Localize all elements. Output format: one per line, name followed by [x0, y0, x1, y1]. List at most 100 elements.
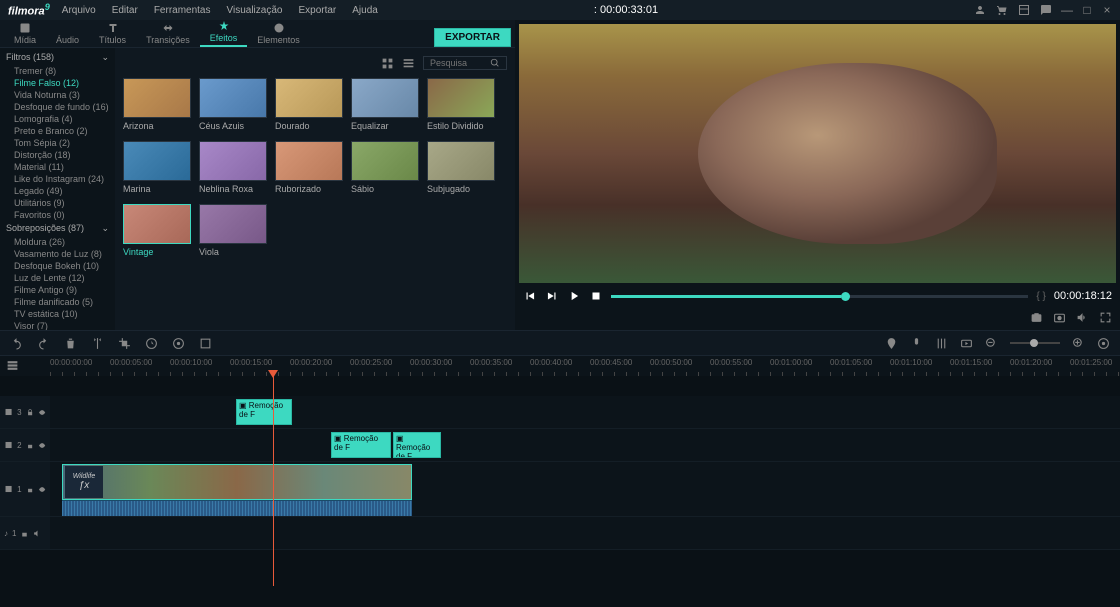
maximize-button[interactable]: □ — [1082, 5, 1092, 15]
user-icon[interactable] — [974, 4, 986, 16]
filter-filme-falso[interactable]: Filme Falso (12) — [0, 77, 115, 89]
tab-transicoes[interactable]: Transições — [136, 20, 200, 47]
preview-progress[interactable] — [611, 295, 1028, 298]
filter-luz-lente[interactable]: Luz de Lente (12) — [0, 272, 115, 284]
filter-preto-branco[interactable]: Preto e Branco (2) — [0, 125, 115, 137]
export-button[interactable]: EXPORTAR — [434, 28, 511, 47]
green-screen-icon[interactable] — [199, 337, 212, 350]
search-input[interactable] — [430, 58, 490, 68]
prev-frame-icon[interactable] — [523, 289, 537, 303]
clip-effect-3[interactable]: ▣ Remoção de F — [393, 432, 441, 458]
eye-icon[interactable] — [38, 485, 46, 494]
zoom-in-icon[interactable] — [1072, 337, 1085, 350]
layout-icon[interactable] — [1018, 4, 1030, 16]
effect-thumb-estilo-dividido[interactable]: Estilo Dividido — [427, 78, 495, 131]
zoom-slider[interactable] — [1010, 342, 1060, 344]
eye-icon[interactable] — [38, 408, 46, 417]
minimize-button[interactable]: — — [1062, 5, 1072, 15]
play-icon[interactable] — [567, 289, 581, 303]
speaker-icon[interactable] — [33, 529, 42, 538]
list-view-icon[interactable] — [402, 57, 415, 70]
next-frame-icon[interactable] — [545, 289, 559, 303]
render-icon[interactable] — [960, 337, 973, 350]
filter-material[interactable]: Material (11) — [0, 161, 115, 173]
delete-icon[interactable] — [64, 337, 77, 350]
lock-icon[interactable] — [26, 441, 34, 450]
camera-icon[interactable] — [1053, 311, 1066, 324]
mixer-icon[interactable] — [935, 337, 948, 350]
filter-group-filtros[interactable]: Filtros (158)⌄ — [0, 50, 115, 65]
clip-effect-2[interactable]: ▣ Remoção de F — [331, 432, 391, 458]
filter-desfoque[interactable]: Desfoque de fundo (16) — [0, 101, 115, 113]
effect-thumb-viola[interactable]: Viola — [199, 204, 267, 257]
playhead[interactable] — [273, 376, 274, 586]
effect-thumb-subjugado[interactable]: Subjugado — [427, 141, 495, 194]
filter-tv-estatica[interactable]: TV estática (10) — [0, 308, 115, 320]
effect-thumb-céus-azuis[interactable]: Céus Azuis — [199, 78, 267, 131]
tab-titulos[interactable]: Títulos — [89, 20, 136, 47]
filter-legado[interactable]: Legado (49) — [0, 185, 115, 197]
clip-effect-1[interactable]: ▣ Remoção de F — [236, 399, 292, 425]
menu-ajuda[interactable]: Ajuda — [352, 5, 378, 16]
volume-icon[interactable] — [1076, 311, 1089, 324]
filter-visor[interactable]: Visor (7) — [0, 320, 115, 330]
menu-editar[interactable]: Editar — [112, 5, 138, 16]
lock-icon[interactable] — [26, 408, 34, 417]
filter-group-sobreposicoes[interactable]: Sobreposições (87)⌄ — [0, 221, 115, 236]
menu-visualizacao[interactable]: Visualização — [227, 5, 283, 16]
video-clip[interactable]: Wildlife ƒx — [62, 464, 412, 500]
filter-filme-antigo[interactable]: Filme Antigo (9) — [0, 284, 115, 296]
cart-icon[interactable] — [996, 4, 1008, 16]
menu-arquivo[interactable]: Arquivo — [62, 5, 96, 16]
grid-view-icon[interactable] — [381, 57, 394, 70]
filter-filme-danificado[interactable]: Filme danificado (5) — [0, 296, 115, 308]
filter-utilitarios[interactable]: Utilitários (9) — [0, 197, 115, 209]
tab-midia[interactable]: Mídia — [4, 20, 46, 47]
lock-icon[interactable] — [20, 529, 29, 538]
effect-thumb-ruborizado[interactable]: Ruborizado — [275, 141, 343, 194]
marker-icon[interactable] — [885, 337, 898, 350]
audio-waveform[interactable] — [62, 500, 412, 516]
timeline-ruler[interactable]: 00:00:00:0000:00:05:0000:00:10:0000:00:1… — [0, 356, 1120, 376]
fullscreen-icon[interactable] — [1099, 311, 1112, 324]
mic-icon[interactable] — [910, 337, 923, 350]
menu-ferramentas[interactable]: Ferramentas — [154, 5, 211, 16]
filter-lomografia[interactable]: Lomografia (4) — [0, 113, 115, 125]
eye-icon[interactable] — [38, 441, 46, 450]
filter-vasamento-luz[interactable]: Vasamento de Luz (8) — [0, 248, 115, 260]
zoom-out-icon[interactable] — [985, 337, 998, 350]
filter-moldura[interactable]: Moldura (26) — [0, 236, 115, 248]
stop-icon[interactable] — [589, 289, 603, 303]
lock-icon[interactable] — [26, 485, 34, 494]
menu-exportar[interactable]: Exportar — [298, 5, 336, 16]
manage-tracks-icon[interactable] — [6, 359, 19, 372]
snapshot-icon[interactable] — [1030, 311, 1043, 324]
effect-thumb-vintage[interactable]: Vintage — [123, 204, 191, 257]
filter-vida-noturna[interactable]: Vida Noturna (3) — [0, 89, 115, 101]
effect-thumb-marina[interactable]: Marina — [123, 141, 191, 194]
split-icon[interactable] — [91, 337, 104, 350]
color-icon[interactable] — [172, 337, 185, 350]
tab-audio[interactable]: Áudio — [46, 20, 89, 47]
tab-efeitos[interactable]: Efeitos — [200, 18, 248, 47]
filter-favoritos[interactable]: Favoritos (0) — [0, 209, 115, 221]
speed-icon[interactable] — [145, 337, 158, 350]
detach-audio-icon[interactable] — [226, 337, 239, 350]
filter-distorcao[interactable]: Distorção (18) — [0, 149, 115, 161]
effect-thumb-sábio[interactable]: Sábio — [351, 141, 419, 194]
tab-elementos[interactable]: Elementos — [247, 20, 310, 47]
zoom-fit-icon[interactable] — [1097, 337, 1110, 350]
effect-thumb-equalizar[interactable]: Equalizar — [351, 78, 419, 131]
effect-thumb-arizona[interactable]: Arizona — [123, 78, 191, 131]
redo-icon[interactable] — [37, 337, 50, 350]
filter-desfoque-bokeh[interactable]: Desfoque Bokeh (10) — [0, 260, 115, 272]
filter-instagram[interactable]: Like do Instagram (24) — [0, 173, 115, 185]
effect-thumb-dourado[interactable]: Dourado — [275, 78, 343, 131]
message-icon[interactable] — [1040, 4, 1052, 16]
close-button[interactable]: × — [1102, 5, 1112, 15]
filter-tremer[interactable]: Tremer (8) — [0, 65, 115, 77]
undo-icon[interactable] — [10, 337, 23, 350]
filter-tom-sepia[interactable]: Tom Sépia (2) — [0, 137, 115, 149]
effect-thumb-neblina-roxa[interactable]: Neblina Roxa — [199, 141, 267, 194]
search-box[interactable] — [423, 56, 507, 70]
